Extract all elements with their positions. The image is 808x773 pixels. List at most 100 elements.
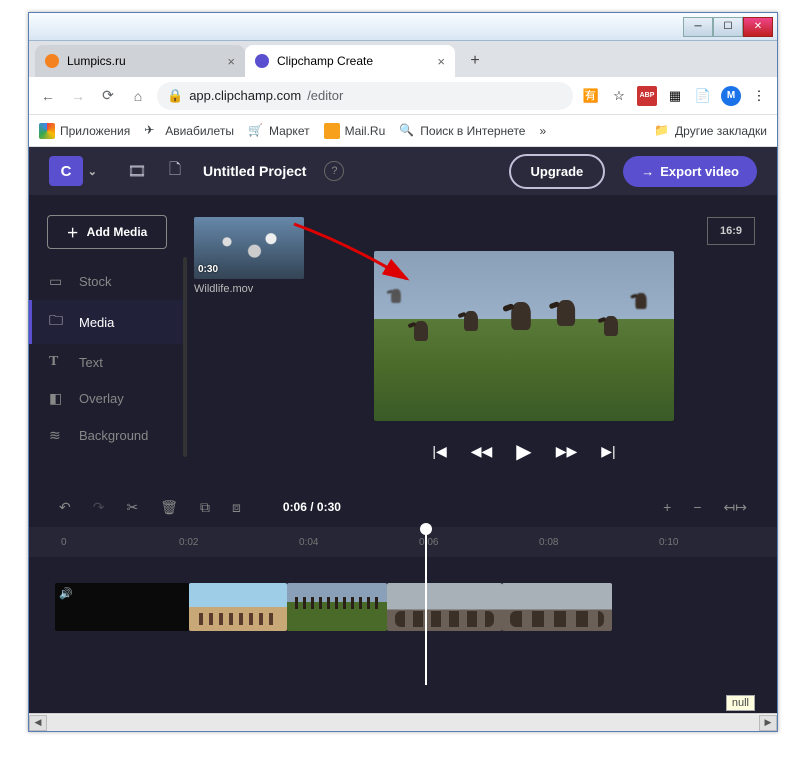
- bookmark-mailru[interactable]: Mail.Ru: [324, 123, 386, 139]
- next-button[interactable]: ▶|: [601, 443, 615, 460]
- lock-icon: 🔒: [167, 88, 183, 104]
- star-icon[interactable]: ☆: [609, 86, 629, 106]
- clipchamp-app: C 🎞 🗋 Untitled Project ? Upgrade →Export…: [29, 147, 777, 731]
- playback-controls: |◀ ◀◀ ▶ ▶▶ ▶|: [374, 439, 674, 464]
- back-button[interactable]: ←: [37, 85, 59, 107]
- translate-icon[interactable]: 🈶: [581, 86, 601, 106]
- arrow-right-icon: →: [641, 164, 654, 179]
- minimize-button[interactable]: ─: [683, 17, 713, 37]
- timeline-ruler[interactable]: 0 0:02 0:04 0:06 0:08 0:10: [29, 527, 777, 557]
- sidebar-item-overlay[interactable]: ◧Overlay: [29, 380, 184, 417]
- tab-title: Lumpics.ru: [67, 54, 126, 68]
- scroll-right-icon[interactable]: ▶: [759, 715, 777, 731]
- os-titlebar: ─ ☐ ✕: [29, 13, 777, 41]
- scroll-track[interactable]: [47, 715, 759, 731]
- zoom-in-button[interactable]: +: [663, 499, 671, 515]
- app-topbar: C 🎞 🗋 Untitled Project ? Upgrade →Export…: [29, 147, 777, 195]
- close-window-button[interactable]: ✕: [743, 17, 773, 37]
- project-title[interactable]: Untitled Project: [203, 163, 306, 179]
- layers-icon: ≋: [49, 427, 67, 444]
- app-logo[interactable]: C: [49, 156, 83, 186]
- sidebar-item-background[interactable]: ≋Background: [29, 417, 184, 454]
- export-button[interactable]: →Export video: [623, 156, 757, 187]
- preview-canvas[interactable]: [374, 251, 674, 421]
- maximize-button[interactable]: ☐: [713, 17, 743, 37]
- timeline-toolbar: ↶ ↷ ✂ 🗑 ⧉ ⧈ 0:06 / 0:30 + − ↤↦: [29, 487, 777, 527]
- browser-tab-lumpics[interactable]: Lumpics.ru ×: [35, 45, 245, 77]
- prev-button[interactable]: |◀: [432, 443, 446, 460]
- browser-tab-clipchamp[interactable]: Clipchamp Create ×: [245, 45, 455, 77]
- ext-icon[interactable]: ▦: [665, 86, 685, 106]
- browser-tabbar: Lumpics.ru × Clipchamp Create × +: [29, 41, 777, 77]
- sidebar-item-stock[interactable]: ▭Stock: [29, 263, 184, 300]
- bookmark-aviabilety[interactable]: ✈Авиабилеты: [144, 123, 234, 139]
- audio-icon[interactable]: 🔊: [59, 587, 79, 603]
- bookmarks-overflow[interactable]: »: [539, 124, 546, 138]
- pdf-icon[interactable]: 📄: [693, 86, 713, 106]
- favicon-icon: [255, 54, 269, 68]
- menu-icon[interactable]: ⋮: [749, 86, 769, 106]
- address-bar: ← → ⟳ ⌂ 🔒 app.clipchamp.com/editor 🈶 ☆ A…: [29, 77, 777, 115]
- tab-title: Clipchamp Create: [277, 54, 373, 68]
- tab-close-icon[interactable]: ×: [437, 54, 445, 69]
- zoom-out-button[interactable]: −: [693, 499, 701, 515]
- other-bookmarks[interactable]: 📁Другие закладки: [654, 123, 767, 139]
- fastforward-button[interactable]: ▶▶: [556, 443, 578, 460]
- url-input[interactable]: 🔒 app.clipchamp.com/editor: [157, 82, 573, 110]
- url-path: /editor: [307, 88, 343, 103]
- cut-button[interactable]: ✂: [126, 499, 138, 516]
- delete-button[interactable]: 🗑: [160, 499, 178, 516]
- undo-button[interactable]: ↶: [59, 499, 71, 516]
- stock-icon: ▭: [49, 273, 67, 290]
- file-icon[interactable]: 🗋: [165, 159, 185, 184]
- horizontal-scrollbar[interactable]: ◀ ▶: [29, 713, 777, 731]
- redo-button[interactable]: ↷: [93, 499, 105, 516]
- aspect-ratio-button[interactable]: 16:9: [707, 217, 755, 245]
- media-thumbnail[interactable]: 0:30: [194, 217, 304, 279]
- help-icon[interactable]: ?: [324, 161, 344, 181]
- paste-button[interactable]: ⧈: [232, 499, 241, 516]
- bookmarks-bar: Приложения ✈Авиабилеты 🛒Маркет Mail.Ru 🔍…: [29, 115, 777, 147]
- clip-beach[interactable]: [189, 583, 287, 631]
- browser-window: ─ ☐ ✕ Lumpics.ru × Clipchamp Create × + …: [28, 12, 778, 732]
- abp-icon[interactable]: ABP: [637, 86, 657, 106]
- apps-button[interactable]: Приложения: [39, 123, 130, 139]
- preview-frame: [374, 251, 674, 421]
- forward-button[interactable]: →: [67, 85, 89, 107]
- clip-birds[interactable]: [287, 583, 387, 631]
- media-duration: 0:30: [198, 264, 218, 275]
- tab-close-icon[interactable]: ×: [227, 54, 235, 69]
- copy-button[interactable]: ⧉: [200, 499, 210, 516]
- scroll-left-icon[interactable]: ◀: [29, 715, 47, 731]
- overlay-icon: ◧: [49, 390, 67, 407]
- url-domain: app.clipchamp.com: [189, 88, 301, 103]
- reload-button[interactable]: ⟳: [97, 85, 119, 107]
- play-button[interactable]: ▶: [516, 439, 531, 464]
- bookmark-market[interactable]: 🛒Маркет: [248, 123, 310, 139]
- plus-icon: ＋: [67, 224, 79, 241]
- sidebar-item-media[interactable]: 🗀Media: [29, 300, 184, 344]
- playhead[interactable]: [425, 525, 427, 685]
- upgrade-button[interactable]: Upgrade: [509, 154, 606, 189]
- clip-seals[interactable]: [387, 583, 502, 631]
- media-icon: 🗀: [49, 310, 67, 334]
- media-filename: Wildlife.mov: [194, 283, 253, 295]
- bookmark-search[interactable]: 🔍Поиск в Интернете: [399, 123, 525, 139]
- time-display: 0:06 / 0:30: [283, 500, 341, 514]
- add-media-button[interactable]: ＋Add Media: [47, 215, 167, 249]
- film-icon[interactable]: 🎞: [127, 162, 147, 180]
- timeline-track[interactable]: [55, 583, 767, 631]
- fit-button[interactable]: ↤↦: [724, 499, 747, 516]
- sidebar-scrollbar[interactable]: [183, 257, 187, 457]
- home-button[interactable]: ⌂: [127, 85, 149, 107]
- rewind-button[interactable]: ◀◀: [471, 443, 493, 460]
- sidebar-item-text[interactable]: TText: [29, 344, 184, 380]
- timeline[interactable]: 🔊: [29, 557, 777, 713]
- favicon-icon: [45, 54, 59, 68]
- new-tab-button[interactable]: +: [461, 47, 489, 75]
- null-tooltip: null: [726, 695, 755, 711]
- sidebar: ＋Add Media ▭Stock 🗀Media TText ◧Overlay …: [29, 207, 184, 454]
- clip-seals2[interactable]: [502, 583, 612, 631]
- profile-icon[interactable]: M: [721, 86, 741, 106]
- text-icon: T: [49, 354, 67, 370]
